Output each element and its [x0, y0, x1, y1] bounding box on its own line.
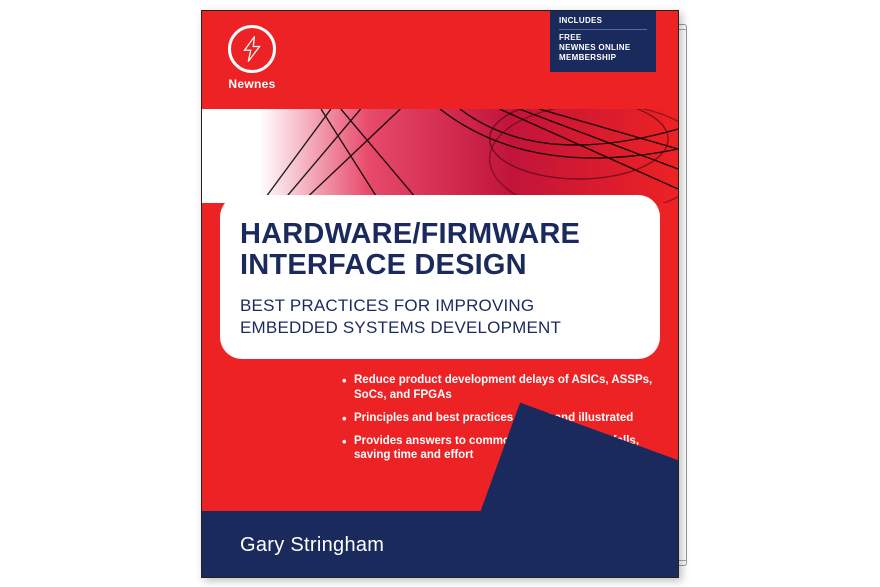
book-cover: Newnes INCLUDES FREE NEWNES ONLINE MEMBE…: [201, 10, 679, 578]
publisher-logo: Newnes: [220, 25, 284, 91]
title-line-1: HARDWARE/FIRMWARE: [240, 219, 640, 250]
book-title: HARDWARE/FIRMWARE INTERFACE DESIGN: [240, 219, 640, 281]
lightning-icon: [228, 25, 276, 73]
bullet-item: Reduce product development delays of ASI…: [342, 373, 656, 403]
includes-line: FREE: [559, 33, 647, 43]
book: Newnes INCLUDES FREE NEWNES ONLINE MEMBE…: [201, 10, 679, 578]
author-name: Gary Stringham: [240, 534, 384, 557]
includes-line: MEMBERSHIP: [559, 53, 647, 63]
bullet-item: Principles and best practices taught and…: [342, 411, 656, 426]
title-panel: HARDWARE/FIRMWARE INTERFACE DESIGN BEST …: [220, 195, 660, 359]
includes-heading: INCLUDES: [559, 16, 647, 30]
title-line-2: INTERFACE DESIGN: [240, 250, 640, 281]
subtitle-line-1: BEST PRACTICES FOR IMPROVING: [240, 295, 640, 317]
cover-header: Newnes INCLUDES FREE NEWNES ONLINE MEMBE…: [202, 11, 678, 109]
decorative-graphic-band: [202, 109, 678, 203]
book-subtitle: BEST PRACTICES FOR IMPROVING EMBEDDED SY…: [240, 295, 640, 339]
publisher-name: Newnes: [228, 77, 275, 91]
includes-line: NEWNES ONLINE: [559, 43, 647, 53]
subtitle-line-2: EMBEDDED SYSTEMS DEVELOPMENT: [240, 317, 640, 339]
includes-badge: INCLUDES FREE NEWNES ONLINE MEMBERSHIP: [550, 11, 656, 72]
